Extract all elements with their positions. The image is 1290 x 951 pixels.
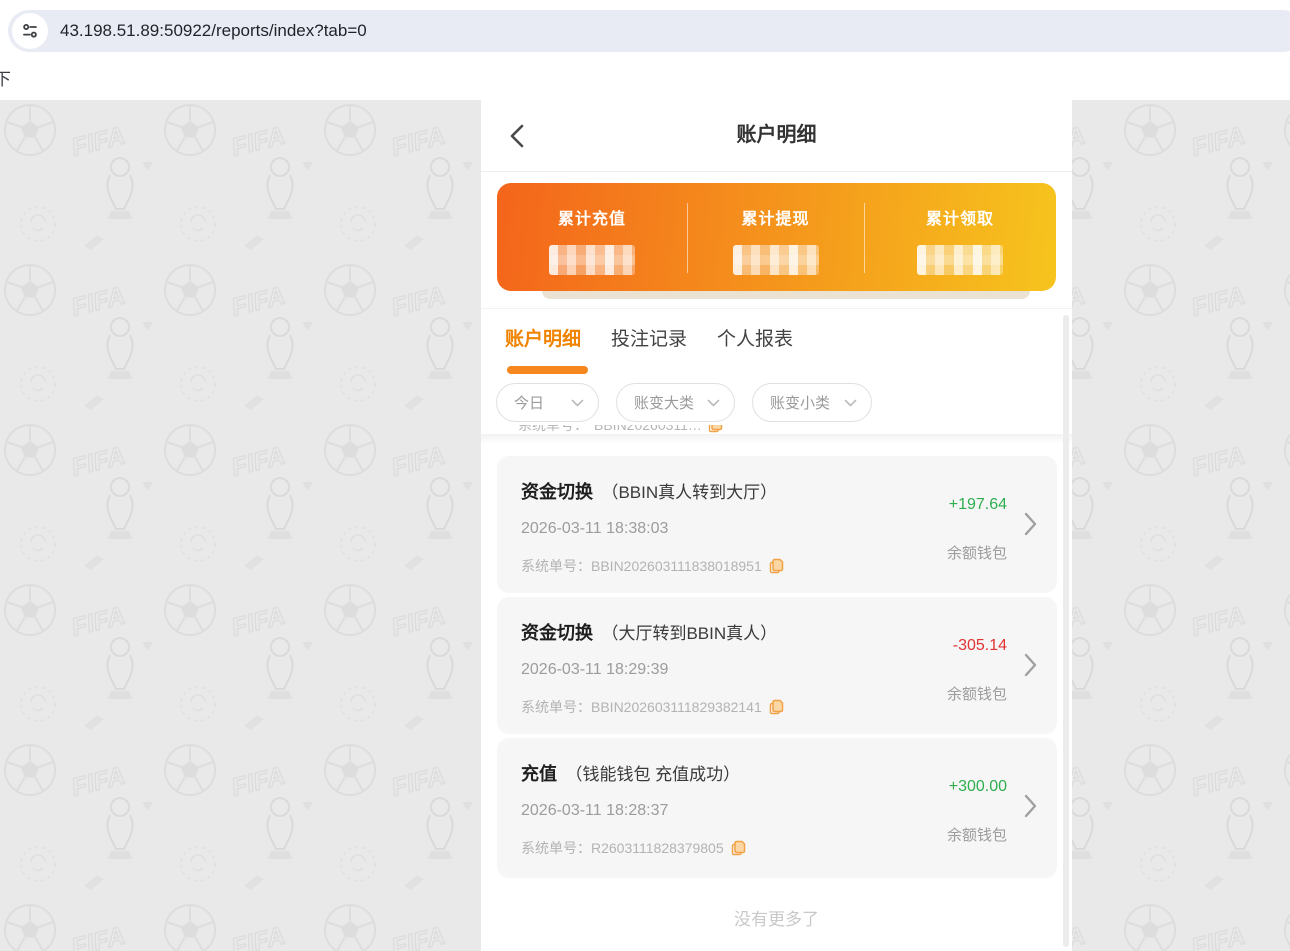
- transaction-amount: +197.64: [949, 496, 1007, 514]
- chevron-down-icon: [844, 399, 857, 407]
- url-text: 43.198.51.89:50922/reports/index?tab=0: [60, 21, 367, 41]
- summary-label: 累计领取: [926, 205, 994, 229]
- back-button[interactable]: [503, 122, 531, 150]
- transaction-wallet: 余额钱包: [947, 683, 1007, 704]
- transaction-type: 资金切换: [521, 623, 593, 643]
- list-end-message: 没有更多了: [481, 905, 1072, 930]
- address-bar[interactable]: 43.198.51.89:50922/reports/index?tab=0: [8, 10, 1290, 52]
- copy-icon: [708, 425, 723, 433]
- tune-sliders-icon: [21, 22, 39, 40]
- chevron-down-icon: [571, 399, 584, 407]
- chevron-right-icon[interactable]: [1024, 512, 1037, 536]
- filter-date-dropdown[interactable]: 今日: [496, 383, 599, 422]
- transaction-card[interactable]: 资金切换 （BBIN真人转到大厅） 2026-03-11 18:38:03 系统…: [497, 456, 1057, 593]
- divider: [687, 203, 688, 273]
- filter-label: 账变大类: [634, 392, 694, 413]
- transaction-title: 资金切换 （大厅转到BBIN真人）: [521, 619, 777, 645]
- transaction-amount: +300.00: [949, 778, 1007, 796]
- filter-label: 账变小类: [770, 392, 830, 413]
- browser-chrome: 43.198.51.89:50922/reports/index?tab=0: [0, 0, 1290, 56]
- order-label: 系统单号：: [521, 697, 591, 717]
- transaction-order: 系统单号：BBIN202603111829382141: [521, 697, 784, 717]
- filter-label: 今日: [514, 392, 544, 413]
- transaction-title: 充值 （钱能钱包 充值成功）: [521, 760, 740, 786]
- transaction-subtitle: （钱能钱包 充值成功）: [565, 765, 740, 784]
- transaction-amount: -305.14: [953, 637, 1007, 655]
- transaction-subtitle: （BBIN真人转到大厅）: [601, 483, 777, 502]
- transaction-order: 系统单号：R2603111828379805: [521, 838, 746, 858]
- summary-card: 累计充值 累计提现 累计领取: [497, 183, 1056, 291]
- tab-personal-report[interactable]: 个人报表: [717, 322, 793, 358]
- copy-icon[interactable]: [731, 840, 746, 856]
- masked-value: [917, 245, 1003, 275]
- summary-total-claim: 累计领取: [864, 183, 1056, 291]
- transaction-wallet: 余额钱包: [947, 824, 1007, 845]
- chevron-right-icon[interactable]: [1024, 653, 1037, 677]
- summary-label: 累计提现: [741, 205, 809, 229]
- chevron-right-icon[interactable]: [1024, 794, 1037, 818]
- transaction-card[interactable]: 资金切换 （大厅转到BBIN真人） 2026-03-11 18:29:39 系统…: [497, 597, 1057, 734]
- masked-value: [549, 245, 635, 275]
- sticky-header-shadow: [481, 434, 1072, 444]
- transaction-datetime: 2026-03-11 18:29:39: [521, 661, 668, 679]
- divider: [481, 308, 1072, 309]
- copy-icon[interactable]: [769, 558, 784, 574]
- clipped-overflow-text: 下: [0, 65, 11, 90]
- order-label: 系统单号：: [521, 838, 591, 858]
- order-number: BBIN20260311…: [594, 425, 702, 433]
- tab-bar: 账户明细 投注记录 个人报表: [505, 322, 793, 358]
- site-settings-button[interactable]: [12, 13, 48, 49]
- page-top-band: 下: [0, 56, 1290, 100]
- app-header: 账户明细: [481, 100, 1072, 172]
- order-number: BBIN202603111838018951: [591, 558, 762, 574]
- transaction-type: 充值: [521, 764, 557, 784]
- order-number: R2603111828379805: [591, 840, 724, 856]
- filter-major-type-dropdown[interactable]: 账变大类: [616, 383, 735, 422]
- transaction-wallet: 余额钱包: [947, 542, 1007, 563]
- transaction-order: 系统单号：BBIN202603111838018951: [521, 556, 784, 576]
- tab-account-detail[interactable]: 账户明细: [505, 322, 581, 358]
- transaction-datetime: 2026-03-11 18:38:03: [521, 520, 668, 538]
- filter-bar: 今日 账变大类 账变小类: [496, 383, 872, 422]
- summary-total-withdraw: 累计提现: [687, 183, 864, 291]
- masked-value: [733, 245, 819, 275]
- transaction-subtitle: （大厅转到BBIN真人）: [601, 624, 777, 643]
- copy-icon[interactable]: [769, 699, 784, 715]
- active-tab-indicator: [507, 366, 588, 374]
- filter-minor-type-dropdown[interactable]: 账变小类: [752, 383, 872, 422]
- clipped-list-item: 系统单号： BBIN20260311…: [518, 425, 858, 434]
- summary-total-deposit: 累计充值: [497, 183, 687, 291]
- stacked-card-edge: [542, 291, 1030, 299]
- transaction-datetime: 2026-03-11 18:28:37: [521, 802, 668, 820]
- order-number: BBIN202603111829382141: [591, 699, 762, 715]
- page-title: 账户明细: [481, 100, 1072, 171]
- tab-bet-records[interactable]: 投注记录: [611, 322, 687, 358]
- summary-label: 累计充值: [558, 205, 626, 229]
- divider: [864, 203, 865, 273]
- transaction-card[interactable]: 充值 （钱能钱包 充值成功） 2026-03-11 18:28:37 系统单号：…: [497, 738, 1057, 878]
- account-detail-panel: 账户明细 累计充值 累计提现 累计领取 账户明细 投注记录 个人报表: [481, 100, 1072, 951]
- transaction-type: 资金切换: [521, 482, 593, 502]
- panel-scrollbar[interactable]: [1063, 315, 1069, 947]
- order-label: 系统单号：: [521, 556, 591, 576]
- transaction-title: 资金切换 （BBIN真人转到大厅）: [521, 478, 777, 504]
- chevron-down-icon: [707, 399, 720, 407]
- order-label: 系统单号：: [518, 425, 588, 434]
- chevron-left-icon: [510, 124, 524, 148]
